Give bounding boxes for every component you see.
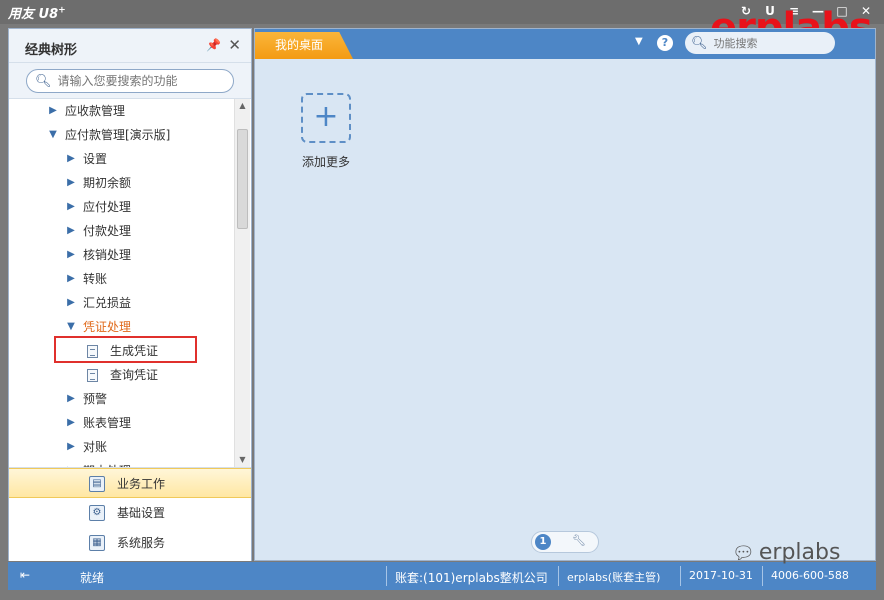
module-label: 系统服务 (117, 536, 166, 550)
search-icon: 🔍︎ (691, 35, 708, 51)
wechat-icon: 💬︎ (732, 543, 755, 564)
scroll-up-icon[interactable]: ▲ (235, 99, 250, 113)
scroll-thumb[interactable] (237, 129, 248, 229)
search-box[interactable]: 🔍︎ (26, 69, 234, 93)
tree-label: 转账 (83, 272, 108, 286)
business-work-icon: ▤ (89, 476, 105, 492)
left-panel-header: 经典树形 📌 ✕ (9, 29, 251, 63)
module-label: 业务工作 (117, 477, 166, 491)
tree-label: 期末处理 (83, 459, 131, 467)
status-bar: ⇤ 就绪 账套:(101)erplabs整机公司 erplabs(账套主管) 2… (8, 562, 876, 590)
chevron-right-icon[interactable]: ▶ (65, 291, 77, 315)
chevron-right-icon[interactable]: ▶ (65, 171, 77, 195)
chevron-right-icon[interactable]: ▶ (65, 219, 77, 243)
module-business-work[interactable]: ▤ 业务工作 (9, 468, 251, 498)
chevron-right-icon[interactable]: ▶ (65, 387, 77, 411)
status-account: 账套:(101)erplabs整机公司 (395, 571, 548, 585)
tree-node[interactable]: ▶ 期末处理 (9, 459, 235, 467)
tree-label: 预警 (83, 392, 108, 406)
tree-scrollbar[interactable]: ▲ ▼ (234, 99, 250, 467)
module-label: 基础设置 (117, 506, 166, 520)
tree-label: 汇兑损益 (83, 296, 132, 310)
close-icon[interactable]: ✕ (228, 36, 241, 54)
top-search-input[interactable] (713, 36, 824, 50)
tree-label: 付款处理 (83, 224, 132, 238)
add-more-label: 添加更多 (302, 155, 351, 169)
search-input[interactable] (57, 74, 228, 88)
help-icon[interactable]: ? (657, 35, 673, 51)
wechat-text: erplabs (758, 540, 841, 565)
pin-icon[interactable]: 📌 (206, 38, 221, 52)
workspace: 我的桌面 ▼ ? 🔍︎ + 添加更多 1 🔧︎ (254, 28, 876, 561)
highlight-box (54, 336, 197, 363)
tree-node[interactable]: ▶ 应付处理 (9, 195, 235, 219)
wechat-watermark: 💬︎ erplabs (732, 540, 840, 565)
wrench-icon[interactable]: 🔧︎ (572, 534, 586, 547)
add-more-button[interactable]: + (301, 93, 351, 143)
chevron-down-icon[interactable]: ▼ (635, 36, 643, 47)
tree-label: 账表管理 (83, 416, 132, 430)
status-phone: 4006-600-588 (771, 569, 849, 582)
tree-label: 对账 (83, 440, 108, 454)
search-icon: 🔍︎ (35, 73, 52, 89)
chevron-right-icon[interactable]: ▶ (65, 459, 77, 467)
back-icon[interactable]: ⇤ (20, 568, 30, 582)
top-search-box[interactable]: 🔍︎ (685, 32, 835, 54)
chevron-right-icon[interactable]: ▶ (65, 243, 77, 267)
chevron-right-icon[interactable]: ▶ (47, 99, 59, 123)
status-user: erplabs(账套主管) (567, 571, 661, 584)
function-tree: ▶ 应收款管理 ▼ 应付款管理[演示版] ▶ 设置 ▶ 期初余额 ▶ 应付处理 ▶ 付款处理 ▶ 核销处理… (9, 99, 235, 467)
tree-node[interactable]: ▶ 期初余额 (9, 171, 235, 195)
document-icon (87, 369, 98, 382)
status-divider (762, 566, 763, 586)
chevron-right-icon[interactable]: ▶ (65, 435, 77, 459)
tree-node[interactable]: ▶ 设置 (9, 147, 235, 171)
chevron-right-icon[interactable]: ▶ (65, 147, 77, 171)
tree-leaf[interactable]: 查询凭证 (9, 363, 235, 387)
status-divider (680, 566, 681, 586)
tree-label: 应付款管理[演示版] (65, 128, 171, 142)
tree-label: 核销处理 (83, 248, 132, 262)
tree-label: 查询凭证 (110, 368, 159, 382)
status-ready: 就绪 (80, 571, 105, 585)
tree-label: 应付处理 (83, 200, 132, 214)
gear-icon: ⚙ (89, 505, 105, 521)
module-system-service[interactable]: ▦ 系统服务 (9, 528, 251, 558)
status-divider (386, 566, 387, 586)
tree-node[interactable]: ▶ 核销处理 (9, 243, 235, 267)
tree-node[interactable]: ▶ 应收款管理 (9, 99, 235, 123)
tree-node[interactable]: ▶ 转账 (9, 267, 235, 291)
chevron-right-icon[interactable]: ▶ (65, 411, 77, 435)
desktop-pager: 1 🔧︎ (531, 531, 599, 553)
module-list: ▤ 业务工作 ⚙ 基础设置 ▦ 系统服务 (9, 467, 251, 561)
page-number[interactable]: 1 (535, 534, 551, 550)
left-panel: 经典树形 📌 ✕ 🔍︎ ▶ 应收款管理 ▼ 应付款管理[演示版] ▶ 设置 ▶ 期初余额 ▶ 应付… (8, 28, 252, 561)
tree-node[interactable]: ▶ 付款处理 (9, 219, 235, 243)
module-basic-settings[interactable]: ⚙ 基础设置 (9, 498, 251, 528)
chevron-right-icon[interactable]: ▶ (65, 267, 77, 291)
tree-node[interactable]: ▶ 对账 (9, 435, 235, 459)
app-title: 用友 U8+ (8, 5, 66, 22)
search-area: 🔍︎ (9, 63, 251, 99)
chevron-down-icon[interactable]: ▼ (47, 123, 59, 147)
tab-my-desktop[interactable]: 我的桌面 (255, 32, 353, 59)
scroll-down-icon[interactable]: ▼ (235, 453, 250, 467)
tree-node[interactable]: ▶ 账表管理 (9, 411, 235, 435)
system-service-icon: ▦ (89, 535, 105, 551)
chevron-right-icon[interactable]: ▶ (65, 195, 77, 219)
tree-node[interactable]: ▶ 预警 (9, 387, 235, 411)
panel-title: 经典树形 (25, 43, 78, 58)
tree-node[interactable]: ▼ 应付款管理[演示版] (9, 123, 235, 147)
tab-bar: 我的桌面 ▼ ? 🔍︎ (255, 29, 875, 59)
tree-label: 应收款管理 (65, 104, 126, 118)
tree-label: 设置 (83, 152, 108, 166)
status-date: 2017-10-31 (689, 569, 753, 582)
status-divider (558, 566, 559, 586)
tree-label: 期初余额 (83, 176, 132, 190)
tree-node[interactable]: ▶ 汇兑损益 (9, 291, 235, 315)
